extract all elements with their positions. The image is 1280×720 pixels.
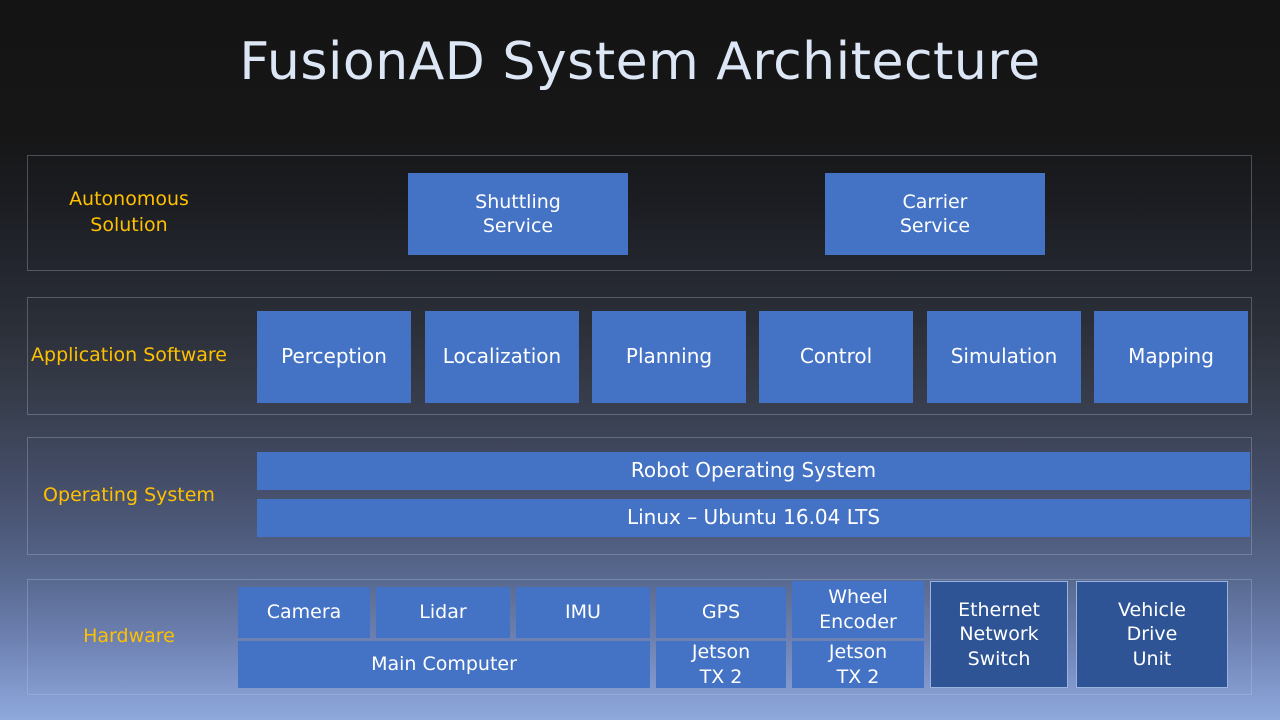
layer-operating-system: Operating System Robot Operating System … — [27, 437, 1252, 555]
box-ethernet-network-switch[interactable]: Ethernet Network Switch — [930, 581, 1068, 688]
layer-label-hardware: Hardware — [83, 625, 175, 648]
layer-body-application-software: Perception Localization Planning Control… — [230, 298, 1251, 414]
box-mapping[interactable]: Mapping — [1094, 311, 1248, 403]
box-perception[interactable]: Perception — [257, 311, 411, 403]
layer-label-operating-system: Operating System — [43, 484, 215, 507]
box-gps[interactable]: GPS — [656, 587, 786, 638]
box-lidar[interactable]: Lidar — [376, 587, 510, 638]
layer-label-autonomous-solution: Autonomous Solution — [69, 188, 189, 236]
box-main-computer[interactable]: Main Computer — [238, 641, 650, 688]
page-title: FusionAD System Architecture — [239, 32, 1041, 92]
box-wheel-encoder[interactable]: Wheel Encoder — [792, 581, 924, 638]
layer-body-operating-system: Robot Operating System Linux – Ubuntu 16… — [230, 438, 1251, 554]
box-shuttling-service[interactable]: Shuttling Service — [408, 173, 628, 255]
box-camera[interactable]: Camera — [238, 587, 370, 638]
box-linux-ubuntu[interactable]: Linux – Ubuntu 16.04 LTS — [257, 499, 1250, 537]
layer-autonomous-solution: Autonomous Solution Shuttling Service Ca… — [27, 155, 1252, 271]
box-carrier-service[interactable]: Carrier Service — [825, 173, 1045, 255]
box-vehicle-drive-unit[interactable]: Vehicle Drive Unit — [1076, 581, 1228, 688]
box-planning[interactable]: Planning — [592, 311, 746, 403]
box-localization[interactable]: Localization — [425, 311, 579, 403]
slide-canvas: FusionAD System Architecture Autonomous … — [0, 0, 1280, 720]
box-jetson-tx2-gps[interactable]: Jetson TX 2 — [656, 641, 786, 688]
box-imu[interactable]: IMU — [516, 587, 650, 638]
box-jetson-tx2-wheel[interactable]: Jetson TX 2 — [792, 641, 924, 688]
layer-application-software: Application Software Perception Localiza… — [27, 297, 1252, 415]
box-simulation[interactable]: Simulation — [927, 311, 1081, 403]
layer-body-autonomous-solution: Shuttling Service Carrier Service — [230, 156, 1251, 270]
box-robot-operating-system[interactable]: Robot Operating System — [257, 452, 1250, 490]
layer-hardware: Hardware Camera Main Computer Lidar IMU … — [27, 579, 1252, 695]
box-control[interactable]: Control — [759, 311, 913, 403]
layer-label-application-software: Application Software — [31, 344, 227, 367]
layer-body-hardware: Camera Main Computer Lidar IMU GPS Jetso… — [230, 580, 1251, 694]
